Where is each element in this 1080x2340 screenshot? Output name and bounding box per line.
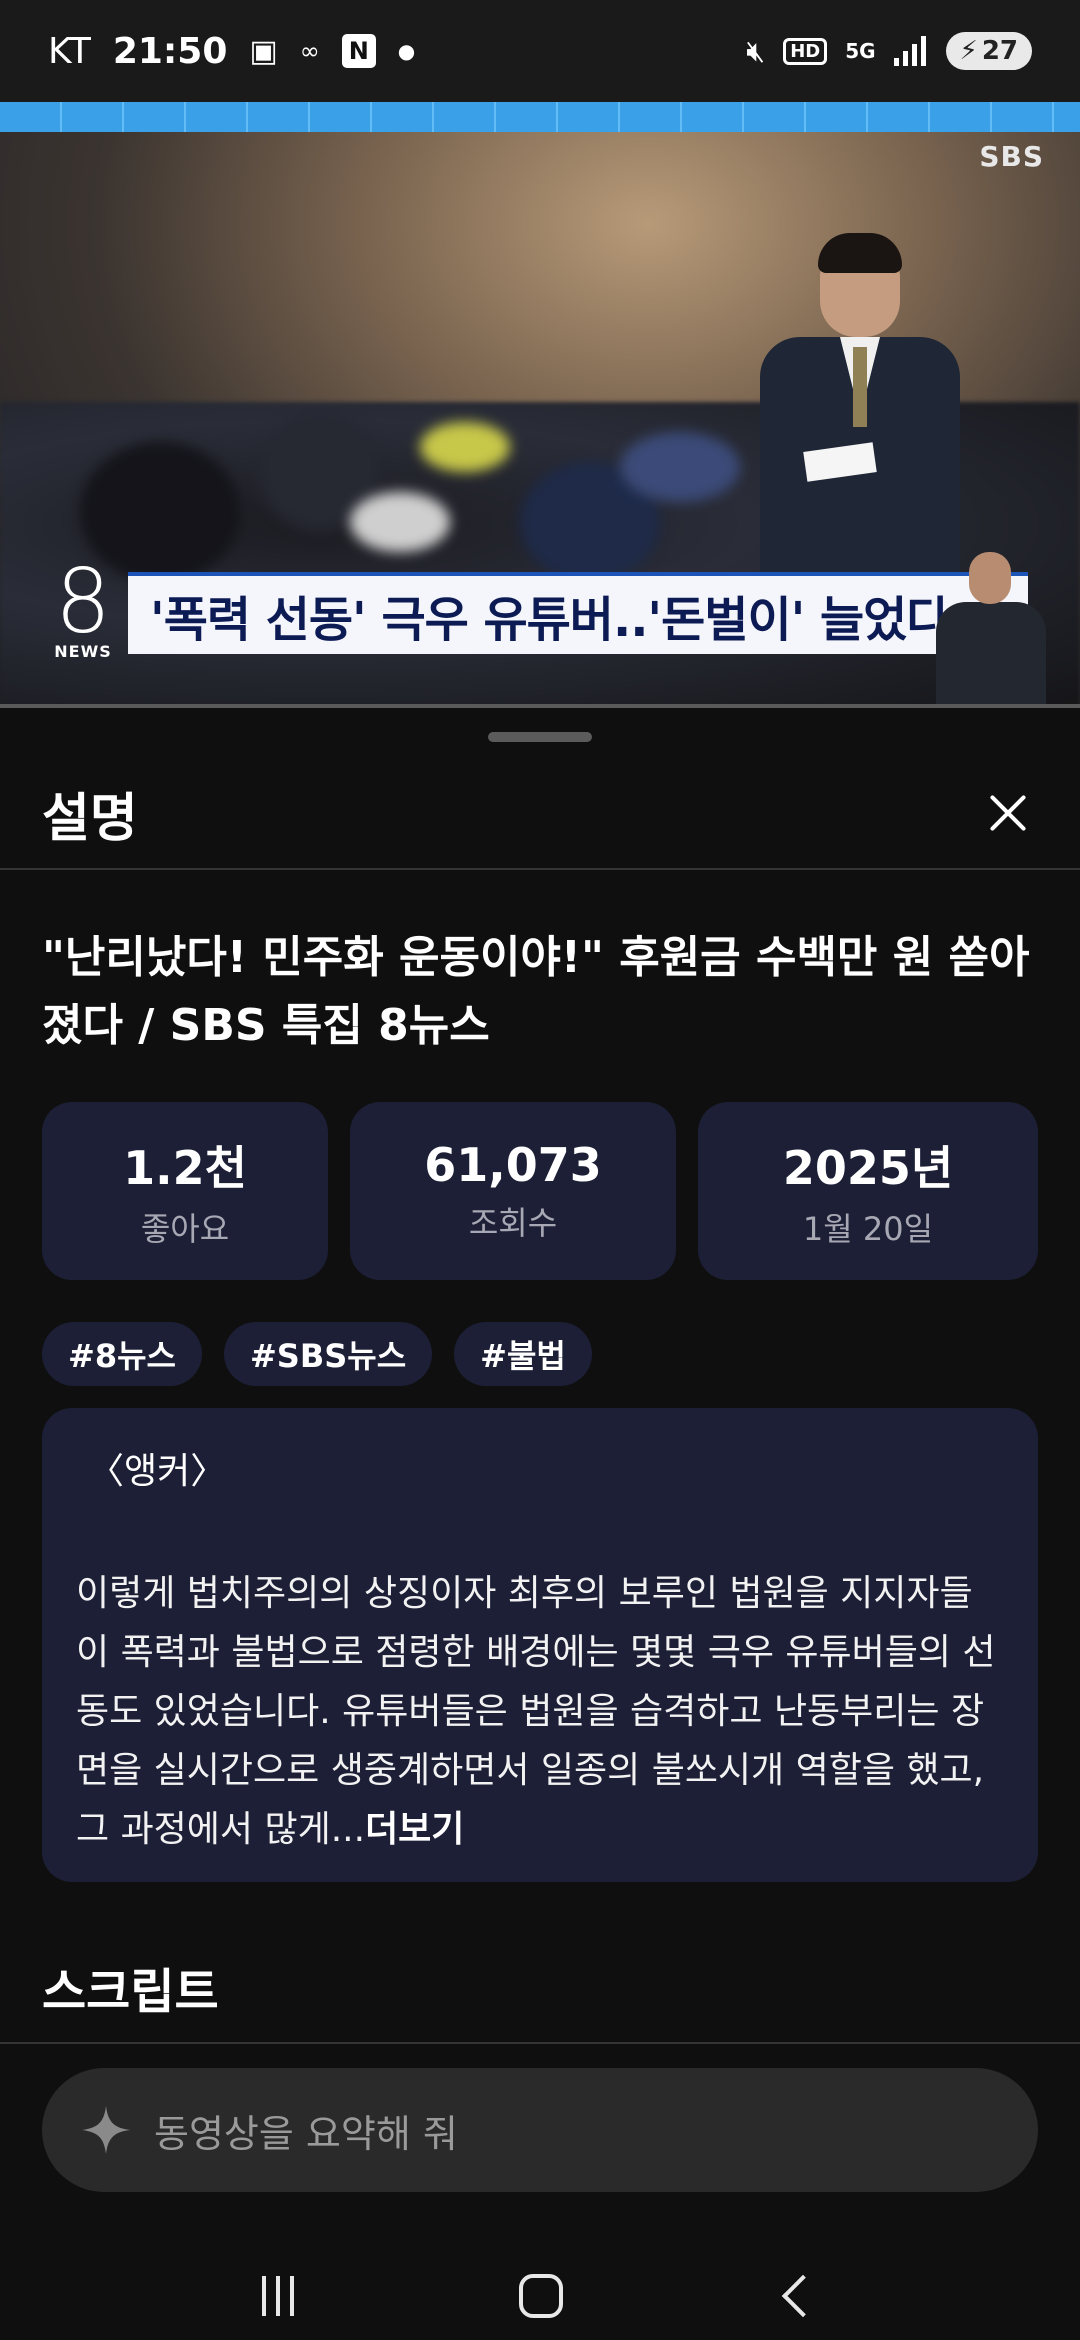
home-icon[interactable] [518,2274,563,2318]
video-title: "난리났다! 민주화 운동이야!" 후원금 수백만 원 쏟아졌다 / SBS 특… [42,932,1030,1051]
hd-icon: HD [783,37,828,65]
sign-language-interpreter [936,542,1046,708]
date-year: 2025년 [782,1141,954,1195]
hashtag-sbsnews[interactable]: #SBS뉴스 [223,1322,433,1386]
sheet-title: 설명 [42,788,138,849]
mute-icon: 🔇︎ [746,33,766,69]
dot-icon: ● [397,39,416,63]
app-icon: ∞ [299,37,320,65]
sheet-drag-handle[interactable] [488,732,592,742]
divider [0,2042,1080,2044]
summary-prompt-input[interactable]: 동영상을 요약해 줘 [42,2068,1038,2192]
recents-icon[interactable] [262,2276,295,2316]
status-bar: KT 21:50 ▣ ∞ N ● 🔇︎ HD 5G ⚡ 27 [0,0,1080,102]
likes-stat: 1.2천 좋아요 [42,1102,328,1280]
sheet-header: 설명 [0,758,1080,870]
hashtag-illegal[interactable]: #불법 [454,1322,592,1386]
news-n-icon: N [341,34,376,68]
video-player[interactable]: SBS 8 NEWS '폭력 선동' 극우 유튜버..'돈벌이' 늘었다 [0,102,1080,708]
battery-charging-icon: ⚡ [959,36,978,66]
news-caption: '폭력 선동' 극우 유튜버..'돈벌이' 늘었다 [128,572,1028,654]
description-anchor-label: 〈앵커〉 [88,1451,227,1492]
date-day: 1월 20일 [802,1210,934,1248]
video-ceiling-lights [0,102,1080,132]
prompt-placeholder: 동영상을 요약해 줘 [154,2111,458,2156]
script-heading: 스크립트 [42,1964,219,2020]
hashtag-8news[interactable]: #8뉴스 [42,1322,202,1386]
sbs-logo: SBS [979,140,1044,173]
description-text: 이렇게 법치주의의 상징이자 최후의 보루인 법원을 지지자들이 폭력과 불법으… [76,1564,1004,1859]
close-icon[interactable] [978,783,1038,843]
8news-number: 8 [55,550,111,653]
battery-indicator: ⚡ 27 [945,32,1032,70]
more-button[interactable]: 더보기 [365,1809,464,1850]
likes-label: 좋아요 [140,1210,230,1248]
date-stat: 2025년 1월 20일 [698,1102,1038,1280]
system-nav-bar [0,2252,1080,2340]
hashtag-list: #8뉴스 #SBS뉴스 #불법 [42,1322,592,1386]
clock: 21:50 [112,30,228,72]
description-body: 이렇게 법치주의의 상징이자 최후의 보루인 법원을 지지자들이 폭력과 불법으… [76,1573,996,1850]
description-sheet: 설명 "난리났다! 민주화 운동이야!" 후원금 수백만 원 쏟아졌다 / SB… [0,712,1080,2340]
video-progress-bar[interactable] [0,704,1080,708]
stats-row: 1.2천 좋아요 61,073 조회수 2025년 1월 20일 [42,1102,1038,1280]
likes-value: 1.2천 [123,1141,247,1195]
8news-label: NEWS [54,642,112,661]
carrier-label: KT [48,30,91,72]
battery-level: 27 [981,36,1018,66]
back-icon[interactable] [781,2274,824,2318]
screenshot-icon: ▣ [249,33,278,69]
sparkle-icon [82,2106,130,2154]
views-label: 조회수 [468,1204,558,1242]
8news-logo: 8 NEWS [48,550,118,662]
signal-icon [893,36,928,66]
views-stat: 61,073 조회수 [350,1102,676,1280]
description-box[interactable]: 〈앵커〉 이렇게 법치주의의 상징이자 최후의 보루인 법원을 지지자들이 폭력… [42,1408,1038,1882]
5g-icon: 5G [845,39,876,63]
views-value: 61,073 [424,1138,602,1192]
